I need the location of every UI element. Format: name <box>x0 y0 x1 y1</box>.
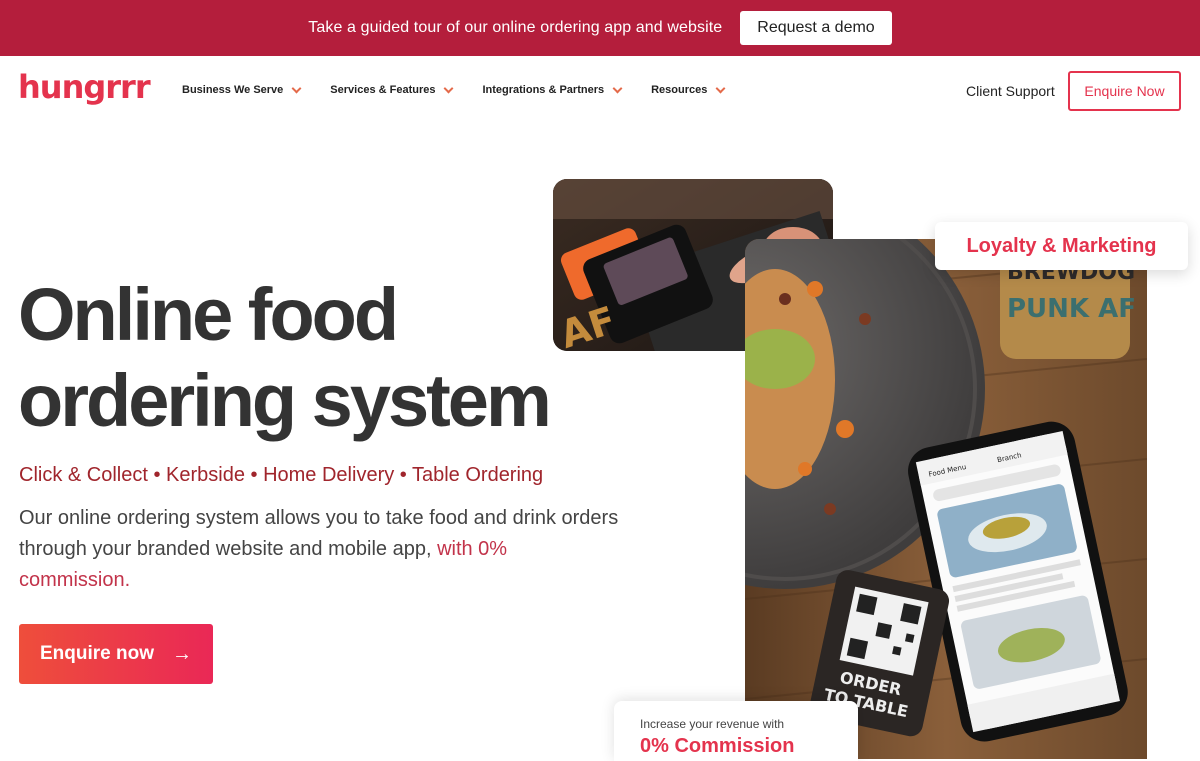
chevron-down-icon <box>715 83 726 93</box>
title-line-2: ordering system <box>18 359 552 442</box>
nav-item-label: Integrations & Partners <box>482 84 605 96</box>
arrow-right-icon: → <box>172 642 192 665</box>
request-demo-button[interactable]: Request a demo <box>740 11 892 45</box>
hero-description-main: Our online ordering system allows you to… <box>19 507 619 560</box>
loyalty-marketing-badge: Loyalty & Marketing <box>935 222 1188 270</box>
main-nav: Business We Serve Services & Features In… <box>182 83 754 96</box>
nav-item-label: Services & Features <box>330 84 436 96</box>
hero-subtitle: Click & Collect • Kerbside • Home Delive… <box>19 464 544 486</box>
nav-item-integrations[interactable]: Integrations & Partners <box>482 83 623 96</box>
chevron-down-icon <box>444 83 454 93</box>
client-support-link[interactable]: Client Support <box>966 83 1055 99</box>
enquire-now-cta-button[interactable]: Enquire now → <box>19 624 213 684</box>
promo-bar: Take a guided tour of our online orderin… <box>0 0 1200 56</box>
hero-description: Our online ordering system allows you to… <box>19 503 619 596</box>
food-ordering-photo: BREWDOG PUNK AF Food Menu Branch ORDER T… <box>745 239 1147 759</box>
nav-item-business[interactable]: Business We Serve <box>182 83 302 96</box>
promo-text: Take a guided tour of our online orderin… <box>308 19 723 36</box>
title-line-1: Online food <box>18 273 399 356</box>
enquire-now-button[interactable]: Enquire Now <box>1068 71 1181 111</box>
logo[interactable]: hungrrr <box>18 68 151 106</box>
food-table-illustration: BREWDOG PUNK AF Food Menu Branch ORDER T… <box>745 239 1147 759</box>
commission-big-text: 0% Commission <box>640 735 795 757</box>
nav-item-label: Business We Serve <box>182 84 284 96</box>
commission-small-text: Increase your revenue with <box>640 717 785 731</box>
site-header: hungrrr Business We Serve Services & Fea… <box>0 56 1200 126</box>
chevron-down-icon <box>612 83 623 93</box>
nav-item-label: Resources <box>651 84 708 96</box>
commission-card: Increase your revenue with 0% Commission <box>614 701 858 761</box>
page-title: Online food ordering system <box>18 272 618 444</box>
nav-item-resources[interactable]: Resources <box>651 83 726 96</box>
cta-label: Enquire now <box>40 643 154 664</box>
can-name: PUNK AF <box>1007 294 1136 324</box>
nav-item-services[interactable]: Services & Features <box>330 83 454 96</box>
chevron-down-icon <box>291 83 302 93</box>
